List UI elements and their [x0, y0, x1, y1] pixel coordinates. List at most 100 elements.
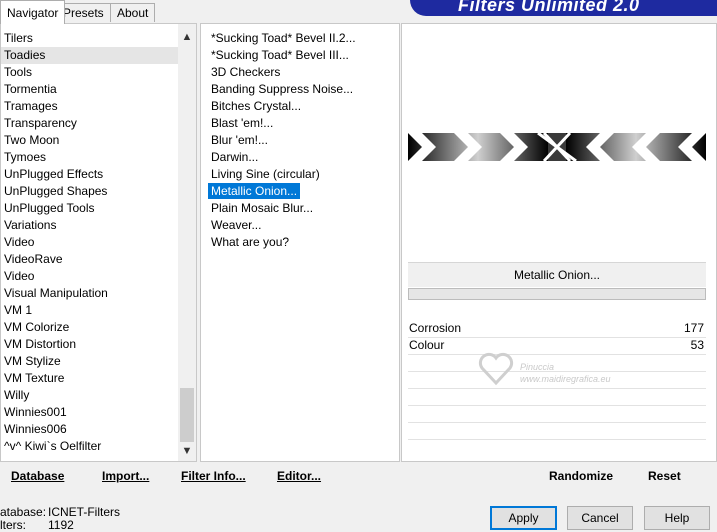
tab-navigator[interactable]: Navigator — [0, 0, 66, 24]
list-item-label: Tormentia — [4, 82, 57, 96]
list-item[interactable]: VM Colorize — [1, 319, 196, 336]
list-item-label: Plain Mosaic Blur... — [211, 201, 314, 215]
progress-bar — [408, 288, 706, 300]
status-database-value: ICNET-Filters — [48, 505, 120, 519]
list-item[interactable]: Winnies006 — [1, 421, 196, 438]
slider-track — [408, 405, 706, 406]
tab-about[interactable]: About — [110, 3, 156, 22]
help-button[interactable]: Help — [644, 506, 710, 530]
list-item[interactable]: Visual Manipulation — [1, 285, 196, 302]
list-item-label: *Sucking Toad* Bevel III... — [211, 48, 349, 62]
list-item-label: Blur 'em!... — [211, 133, 268, 147]
list-item[interactable]: *Sucking Toad* Bevel II.2... — [208, 30, 399, 47]
list-item[interactable]: Willy — [1, 387, 196, 404]
list-item[interactable]: *Sucking Toad* Bevel III... — [208, 47, 399, 64]
list-item-label: Winnies001 — [4, 405, 67, 419]
list-item[interactable]: 3D Checkers — [208, 64, 399, 81]
param-label: Colour — [409, 338, 445, 352]
scroll-up-icon[interactable]: ▲ — [178, 28, 196, 46]
list-item[interactable]: VM Distortion — [1, 336, 196, 353]
list-item-label: UnPlugged Effects — [4, 167, 104, 181]
list-item[interactable]: Darwin... — [208, 149, 399, 166]
heart-icon — [478, 352, 514, 386]
list-item-label: Toadies — [4, 48, 46, 62]
watermark: Pinuccia www.maidiregrafica.eu — [476, 348, 651, 390]
list-item[interactable]: UnPlugged Shapes — [1, 183, 196, 200]
list-item[interactable]: Banding Suppress Noise... — [208, 81, 399, 98]
list-item[interactable]: ^v^ Kiwi`s Oelfilter — [1, 438, 196, 455]
list-item-label: Tramages — [4, 99, 58, 113]
category-scrollbar[interactable]: ▲ ▼ — [178, 24, 196, 461]
randomize-button[interactable]: Randomize — [549, 469, 613, 483]
editor-button[interactable]: Editor... — [277, 469, 321, 483]
list-item-label: 3D Checkers — [211, 65, 281, 79]
list-item[interactable]: Tramages — [1, 98, 196, 115]
list-item-label: VM Distortion — [4, 337, 77, 351]
list-item[interactable]: Tormentia — [1, 81, 196, 98]
list-item[interactable]: Tymoes — [1, 149, 196, 166]
list-item[interactable]: Living Sine (circular) — [208, 166, 399, 183]
filter-info-button[interactable]: Filter Info... — [181, 469, 246, 483]
status-filters-value: 1192 — [48, 518, 74, 532]
list-item-label: Metallic Onion... — [208, 183, 301, 199]
list-item-label: Willy — [4, 388, 30, 402]
list-item[interactable]: Variations — [1, 217, 196, 234]
list-item[interactable]: Two Moon — [1, 132, 196, 149]
list-item-label: Video — [4, 269, 35, 283]
database-label: Database — [11, 469, 65, 483]
param-corrosion[interactable]: Corrosion 177 — [408, 320, 706, 337]
list-item-label: Winnies006 — [4, 422, 67, 436]
list-item[interactable]: Blur 'em!... — [208, 132, 399, 149]
list-item-label: *Sucking Toad* Bevel II.2... — [211, 31, 356, 45]
list-item[interactable]: Video — [1, 268, 196, 285]
list-item[interactable]: VM Texture — [1, 370, 196, 387]
reset-button[interactable]: Reset — [648, 469, 681, 483]
filter-info-label: Filter Info... — [181, 469, 246, 483]
list-item[interactable]: UnPlugged Tools — [1, 200, 196, 217]
list-item-label: Bitches Crystal... — [211, 99, 302, 113]
list-item-label: Living Sine (circular) — [211, 167, 320, 181]
list-item[interactable]: VM 1 — [1, 302, 196, 319]
param-label: Corrosion — [409, 321, 462, 335]
list-item[interactable]: Tools — [1, 64, 196, 81]
list-item[interactable]: Metallic Onion... — [208, 183, 399, 200]
list-item[interactable]: Winnies001 — [1, 404, 196, 421]
filter-list-panel: *Sucking Toad* Bevel II.2... *Sucking Toa… — [200, 23, 400, 462]
list-item-label: Weaver... — [211, 218, 262, 232]
filter-name-bar: Metallic Onion... — [408, 262, 706, 287]
list-item[interactable]: Weaver... — [208, 217, 399, 234]
list-item[interactable]: Toadies — [1, 47, 196, 64]
slider-track — [408, 439, 706, 440]
import-label: Import... — [102, 469, 150, 483]
editor-label: Editor... — [277, 469, 322, 483]
list-item[interactable]: Blast 'em!... — [208, 115, 399, 132]
list-item-label: VM Texture — [4, 371, 65, 385]
cancel-button[interactable]: Cancel — [567, 506, 633, 530]
list-item[interactable]: Transparency — [1, 115, 196, 132]
param-value: 177 — [683, 321, 704, 335]
filter-list: *Sucking Toad* Bevel II.2... *Sucking Toa… — [208, 30, 399, 251]
list-item[interactable]: Bitches Crystal... — [208, 98, 399, 115]
list-item-label: Darwin... — [211, 150, 259, 164]
list-item[interactable]: VideoRave — [1, 251, 196, 268]
scroll-down-icon[interactable]: ▼ — [178, 442, 196, 460]
list-item-label: Tymoes — [4, 150, 47, 164]
list-item-label: VideoRave — [4, 252, 63, 266]
list-item-label: Variations — [4, 218, 57, 232]
apply-button[interactable]: Apply — [490, 506, 557, 530]
list-item-label: ^v^ Kiwi`s Oelfilter — [4, 439, 102, 453]
list-item[interactable]: VM Stylize — [1, 353, 196, 370]
list-item[interactable]: UnPlugged Effects — [1, 166, 196, 183]
list-item[interactable]: Video — [1, 234, 196, 251]
list-item[interactable]: Plain Mosaic Blur... — [208, 200, 399, 217]
param-value: 53 — [690, 338, 704, 352]
list-item[interactable]: Tilers — [1, 30, 196, 47]
database-button[interactable]: Database — [11, 469, 64, 483]
list-item-label: Blast 'em!... — [211, 116, 274, 130]
import-button[interactable]: Import... — [102, 469, 149, 483]
watermark-name: Pinuccia — [520, 362, 555, 372]
list-item-label: Two Moon — [4, 133, 60, 147]
filter-preview-image — [408, 133, 706, 161]
scroll-thumb[interactable] — [180, 388, 194, 442]
list-item[interactable]: What are you? — [208, 234, 399, 251]
